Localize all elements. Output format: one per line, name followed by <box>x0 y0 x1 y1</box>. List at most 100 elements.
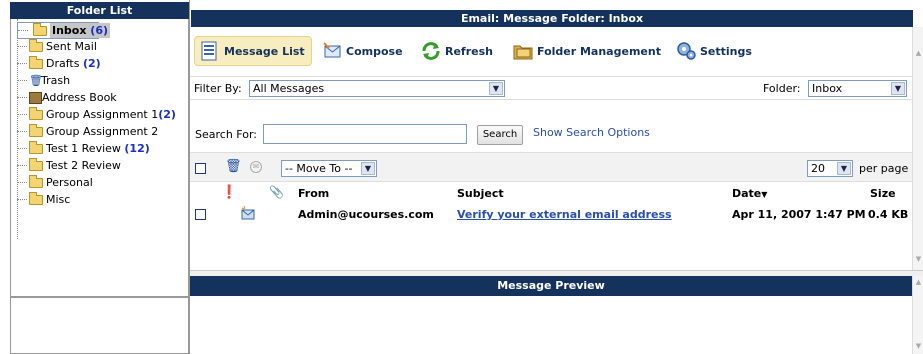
folder-icon <box>29 140 43 154</box>
folder-item-personal[interactable]: Personal <box>17 174 93 190</box>
folder-management-icon <box>513 45 533 60</box>
folder-label: Trash <box>41 74 71 87</box>
scroll-down-icon[interactable]: ▼ <box>914 342 923 351</box>
message-table-header: ❗ 📎 From Subject Date▼ Size <box>190 182 912 204</box>
message-list-button[interactable]: Message List <box>194 36 312 66</box>
settings-icon <box>677 42 696 60</box>
folder-item-group-assignment-2[interactable]: Group Assignment 2 <box>17 123 158 139</box>
new-message-icon <box>241 206 255 220</box>
filter-bar: Filter By: All Messages ▼ Folder: Inbox … <box>190 76 912 100</box>
trash-icon: 🗑 <box>29 73 43 87</box>
folder-icon <box>29 174 43 188</box>
search-input[interactable] <box>263 124 467 144</box>
per-page-select[interactable]: 20 ▼ <box>807 160 853 177</box>
folder-label: Sent Mail <box>46 40 97 53</box>
folder-item-test-1-review[interactable]: Test 1 Review (12) <box>17 140 150 156</box>
mark-read-icon[interactable]: ✉ <box>250 161 262 173</box>
folder-item-inbox[interactable]: Inbox (6) <box>17 22 111 39</box>
folder-item-group-assignment-1[interactable]: Group Assignment 1(2) <box>17 106 176 122</box>
folder-panel: Folder List Inbox (6) Sent Mail Drafts (… <box>0 0 190 354</box>
message-subject-link[interactable]: Verify your external email address <box>457 208 672 221</box>
column-header-size[interactable]: Size <box>870 187 896 200</box>
message-from: Admin@ucourses.com <box>298 208 434 221</box>
folder-management-button[interactable]: Folder Management <box>512 36 661 66</box>
message-date: Apr 11, 2007 1:47 PM <box>732 208 866 221</box>
row-checkbox[interactable] <box>195 209 206 220</box>
filter-label: Filter By: <box>194 82 242 95</box>
unread-count: (12) <box>124 142 150 155</box>
refresh-label: Refresh <box>445 44 493 58</box>
address-book-icon <box>29 91 42 104</box>
folder-label: Test 2 Review <box>46 159 121 172</box>
search-button[interactable]: Search <box>477 125 523 145</box>
chevron-down-icon: ▼ <box>489 82 503 95</box>
filter-value: All Messages <box>253 82 325 95</box>
folder-icon <box>29 106 43 120</box>
column-header-subject[interactable]: Subject <box>457 187 504 200</box>
folder-icon <box>29 191 43 205</box>
unread-count: (2) <box>158 108 176 121</box>
message-size: 0.4 KB <box>868 208 909 221</box>
show-search-options-link[interactable]: Show Search Options <box>533 126 650 139</box>
table-row[interactable]: Admin@ucourses.com Verify your external … <box>190 204 912 224</box>
folder-icon <box>29 38 43 52</box>
compose-button[interactable]: Compose <box>321 36 403 66</box>
unread-count: (6) <box>90 24 109 37</box>
main-panel: Email: Message Folder: Inbox Message Lis… <box>190 0 923 354</box>
refresh-button[interactable]: Refresh <box>420 36 493 66</box>
folder-label: Test 1 Review <box>46 142 121 155</box>
folder-item-address-book[interactable]: Address Book <box>17 90 117 105</box>
message-list-label: Message List <box>224 44 305 58</box>
folder-item-test-2-review[interactable]: Test 2 Review <box>17 157 121 173</box>
folder-label: Drafts <box>46 57 80 70</box>
column-header-date[interactable]: Date▼ <box>732 187 767 200</box>
per-page-label: per page <box>859 162 909 175</box>
unread-count: (2) <box>82 57 101 70</box>
preview-scrollbar[interactable]: ▲ ▼ <box>912 276 923 354</box>
folder-icon <box>29 157 43 171</box>
folder-label: Inbox <box>52 24 87 37</box>
message-list-icon <box>201 41 217 61</box>
folder-select-label: Folder: <box>763 82 801 95</box>
compose-label: Compose <box>346 44 403 58</box>
folder-label: Address Book <box>42 91 117 104</box>
folder-tree: Inbox (6) Sent Mail Drafts (2) 🗑 Trash A… <box>10 19 189 297</box>
folder-label: Group Assignment 2 <box>46 125 159 138</box>
column-header-from[interactable]: From <box>298 187 329 200</box>
folder-panel-footer <box>10 297 189 354</box>
folder-select[interactable]: Inbox ▼ <box>808 80 907 97</box>
filter-select[interactable]: All Messages ▼ <box>249 80 505 97</box>
message-list-scrollbar[interactable]: ▲ ▼ <box>912 27 923 270</box>
folder-label: Misc <box>46 193 71 206</box>
scroll-up-icon[interactable]: ▲ <box>914 278 923 287</box>
toolbar: Message List Compose Refresh Folder Mana… <box>190 28 912 76</box>
column-header-date-label: Date <box>732 187 762 200</box>
refresh-icon <box>422 42 440 60</box>
folder-select-value: Inbox <box>812 82 843 95</box>
scroll-up-icon[interactable]: ▲ <box>914 49 923 58</box>
compose-icon <box>323 42 341 58</box>
attachment-icon[interactable]: 📎 <box>269 185 284 199</box>
per-page-value: 20 <box>811 162 825 175</box>
folder-item-trash[interactable]: 🗑 Trash <box>17 73 70 88</box>
move-to-select[interactable]: -- Move To -- ▼ <box>281 160 377 177</box>
delete-icon[interactable]: 🗑 <box>225 159 242 174</box>
folder-management-label: Folder Management <box>537 44 661 58</box>
chevron-down-icon: ▼ <box>837 162 851 175</box>
folder-icon <box>29 123 43 137</box>
folder-label: Group Assignment 1 <box>46 108 159 121</box>
settings-button[interactable]: Settings <box>675 36 752 66</box>
folder-item-drafts[interactable]: Drafts (2) <box>17 55 101 71</box>
select-all-checkbox[interactable] <box>195 163 206 174</box>
chevron-down-icon: ▼ <box>361 162 375 175</box>
message-preview-title: Message Preview <box>190 276 912 296</box>
folder-item-sent-mail[interactable]: Sent Mail <box>17 38 97 54</box>
search-area: Search For: Search Show Search Options <box>190 100 912 152</box>
folder-item-misc[interactable]: Misc <box>17 191 70 207</box>
priority-icon[interactable]: ❗ <box>221 185 237 200</box>
folder-list-title: Folder List <box>10 2 189 19</box>
chevron-down-icon: ▼ <box>891 82 905 95</box>
scroll-down-icon[interactable]: ▼ <box>914 255 923 264</box>
settings-label: Settings <box>700 44 752 58</box>
move-to-value: -- Move To -- <box>285 162 353 175</box>
